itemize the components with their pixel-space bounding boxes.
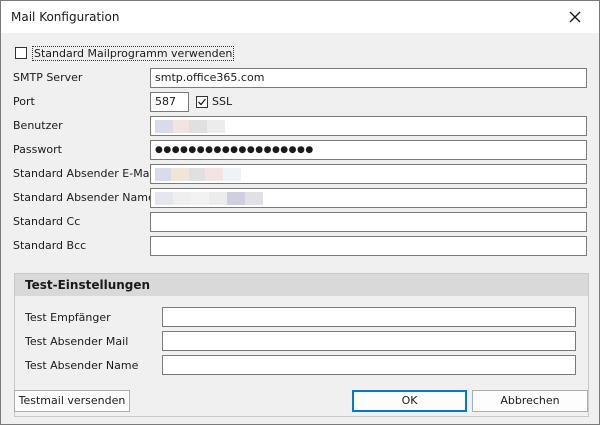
redacted-block — [189, 167, 205, 181]
redacted-block — [155, 167, 171, 181]
user-label: Benutzer — [13, 119, 63, 132]
redacted-block — [245, 191, 263, 205]
window-title: Mail Konfiguration — [11, 10, 120, 24]
sender-email-input[interactable] — [150, 164, 587, 184]
test-sender-name-input[interactable] — [162, 355, 576, 375]
close-button[interactable] — [565, 7, 585, 27]
use-default-mail-checkbox[interactable] — [15, 47, 27, 59]
redacted-block — [205, 167, 223, 181]
smtp-server-label: SMTP Server — [13, 71, 83, 84]
ok-button[interactable]: OK — [352, 390, 467, 412]
send-test-mail-button[interactable]: Testmail versenden — [14, 390, 130, 412]
redacted-block — [191, 191, 209, 205]
test-sender-name-label: Test Absender Name — [25, 359, 139, 372]
user-input[interactable] — [150, 116, 587, 136]
test-settings-title: Test-Einstellungen — [25, 278, 151, 292]
sender-email-label: Standard Absender E-Mail — [13, 167, 156, 180]
port-input[interactable]: 587 — [150, 92, 189, 112]
test-recipient-label: Test Empfänger — [25, 311, 111, 324]
cancel-button[interactable]: Abbrechen — [472, 390, 588, 412]
redacted-block — [189, 119, 207, 133]
password-label: Passwort — [13, 143, 62, 156]
ssl-label: SSL — [212, 95, 233, 108]
mail-config-dialog: Mail Konfiguration Standard Mailprogramm… — [0, 0, 600, 425]
redacted-block — [209, 191, 227, 205]
redacted-block — [207, 119, 225, 133]
test-settings-header: Test-Einstellungen — [15, 274, 588, 296]
sender-name-input[interactable] — [150, 188, 587, 208]
cc-label: Standard Cc — [13, 215, 81, 228]
test-sender-mail-input[interactable] — [162, 331, 576, 351]
redacted-block — [155, 191, 173, 205]
dialog-body: Standard Mailprogramm verwenden SMTP Ser… — [1, 33, 599, 424]
bcc-label: Standard Bcc — [13, 239, 87, 252]
sender-name-label: Standard Absender Name — [13, 191, 155, 204]
smtp-server-input[interactable]: smtp.office365.com — [150, 68, 587, 88]
ssl-checkbox[interactable] — [196, 96, 208, 108]
redacted-block — [173, 119, 189, 133]
title-bar: Mail Konfiguration — [1, 1, 599, 33]
check-icon — [198, 98, 207, 106]
redacted-block — [155, 119, 173, 133]
password-input[interactable]: ●●●●●●●●●●●●●●●●●●● — [150, 140, 587, 160]
test-recipient-input[interactable] — [162, 307, 576, 327]
port-label: Port — [13, 95, 35, 108]
redacted-block — [173, 191, 191, 205]
redacted-block — [171, 167, 189, 181]
test-sender-mail-label: Test Absender Mail — [25, 335, 129, 348]
redacted-block — [223, 167, 241, 181]
cc-input[interactable] — [150, 212, 587, 232]
bcc-input[interactable] — [150, 236, 587, 256]
redacted-block — [227, 191, 245, 205]
use-default-mail-label: Standard Mailprogramm verwenden — [32, 46, 235, 61]
close-icon — [569, 11, 581, 23]
